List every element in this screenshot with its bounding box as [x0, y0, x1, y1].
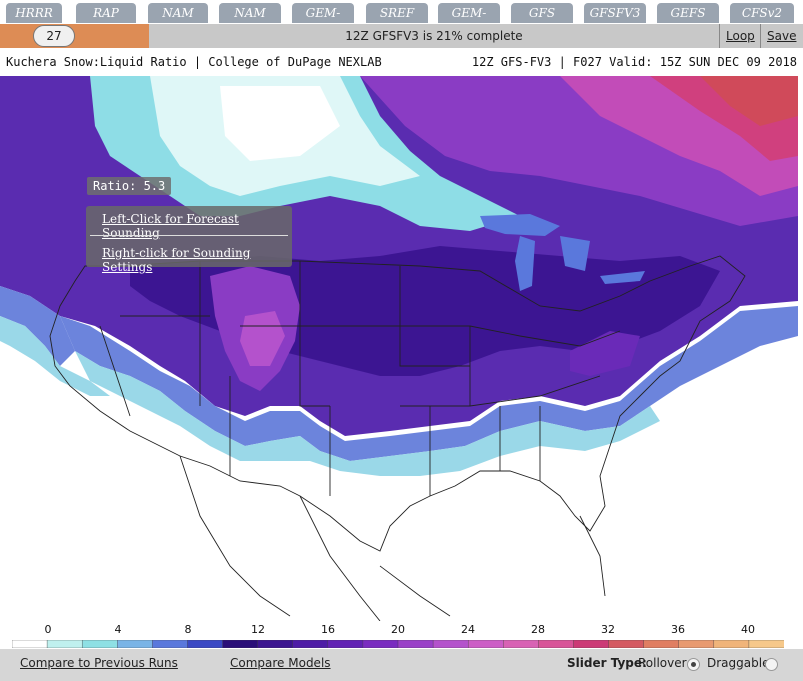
colorbar-swatch: [257, 640, 294, 648]
colorbar-swatch: [397, 640, 434, 648]
legend-tick: 0: [44, 623, 52, 636]
product-title: Kuchera Snow:Liquid Ratio | College of D…: [6, 55, 382, 69]
save-button[interactable]: Save: [760, 24, 796, 48]
legend-tick: 8: [184, 623, 192, 636]
forecast-map[interactable]: Ratio: 5.3 Left-Click for Forecast Sound…: [0, 76, 798, 621]
ratio-readout: Ratio: 5.3: [87, 177, 172, 195]
colorbar-swatch: [467, 640, 504, 648]
tab-gefs[interactable]: GEFS: [657, 3, 719, 23]
legend-tick: 16: [321, 623, 335, 636]
colorbar-swatch: [432, 640, 469, 648]
legend-tick: 24: [461, 623, 475, 636]
color-legend: 0 4 8 12 16 20 24 28 32 36 40: [0, 621, 803, 649]
colorbar-swatch: [187, 640, 224, 648]
colorbar-swatch: [81, 640, 118, 648]
colorbar-swatch: [152, 640, 189, 648]
compare-runs-link[interactable]: Compare to Previous Runs: [20, 656, 178, 670]
colorbar: [12, 640, 784, 648]
model-tab-bar: HRRR RAP NAM NAM NEST GEM-RDPS SREF GEM-…: [0, 0, 803, 40]
colorbar-swatch: [538, 640, 575, 648]
compare-models-link[interactable]: Compare Models: [230, 656, 331, 670]
progress-text: 12Z GFSFV3 is 21% complete: [345, 29, 523, 43]
tab-gfs[interactable]: GFS: [511, 3, 573, 23]
colorbar-swatch: [503, 640, 540, 648]
sounding-menu: Left-Click for Forecast Sounding Right-c…: [86, 206, 292, 274]
status-bar: 27 12Z GFSFV3 is 21% complete Loop Save: [0, 24, 803, 48]
colorbar-swatch: [643, 640, 680, 648]
legend-tick: 40: [741, 623, 755, 636]
colorbar-swatch: [678, 640, 715, 648]
draggable-radio[interactable]: [765, 658, 778, 671]
frame-counter-block: 27: [0, 24, 149, 48]
colorbar-swatch: [117, 640, 154, 648]
bottom-toolbar: Compare to Previous Runs Compare Models …: [0, 649, 803, 681]
tab-rap[interactable]: RAP: [76, 3, 136, 23]
tab-gem-gdps[interactable]: GEM-GDPS: [438, 3, 500, 40]
menu-divider: [90, 235, 288, 236]
snow-ratio-map-image: [0, 76, 798, 621]
tab-gem-rdps[interactable]: GEM-RDPS: [292, 3, 354, 40]
colorbar-swatch: [608, 640, 645, 648]
colorbar-swatch: [222, 640, 259, 648]
frame-number[interactable]: 27: [33, 25, 75, 47]
colorbar-swatch: [46, 640, 83, 648]
colorbar-swatch: [713, 640, 750, 648]
loop-button[interactable]: Loop: [719, 24, 755, 48]
colorbar-swatch: [327, 640, 364, 648]
colorbar-swatch: [573, 640, 610, 648]
legend-tick: 32: [601, 623, 615, 636]
run-valid-time: 12Z GFS-FV3 | F027 Valid: 15Z SUN DEC 09…: [471, 55, 797, 69]
colorbar-swatch: [12, 640, 48, 648]
sounding-settings-link[interactable]: Right-click for Sounding Settings: [102, 246, 292, 274]
legend-tick: 36: [671, 623, 685, 636]
tab-gfsfv3[interactable]: GFSFV3: [584, 3, 646, 23]
legend-tick: 4: [114, 623, 122, 636]
tab-hrrr[interactable]: HRRR: [6, 3, 62, 23]
tab-sref[interactable]: SREF: [366, 3, 428, 23]
draggable-label: Draggable: [707, 656, 770, 670]
tab-cfsv2[interactable]: CFSv2: [730, 3, 794, 23]
slider-type-label: Slider Type:: [567, 656, 647, 670]
rollover-radio[interactable]: [687, 658, 700, 671]
colorbar-swatch: [292, 640, 329, 648]
colorbar-swatch: [748, 640, 784, 648]
legend-tick: 12: [251, 623, 265, 636]
tab-nam-nest[interactable]: NAM NEST: [219, 3, 281, 40]
map-title-bar: Kuchera Snow:Liquid Ratio | College of D…: [0, 48, 803, 76]
tab-nam[interactable]: NAM: [148, 3, 208, 23]
legend-tick: 28: [531, 623, 545, 636]
rollover-label: Rollover: [638, 656, 687, 670]
legend-tick: 20: [391, 623, 405, 636]
colorbar-swatch: [362, 640, 399, 648]
